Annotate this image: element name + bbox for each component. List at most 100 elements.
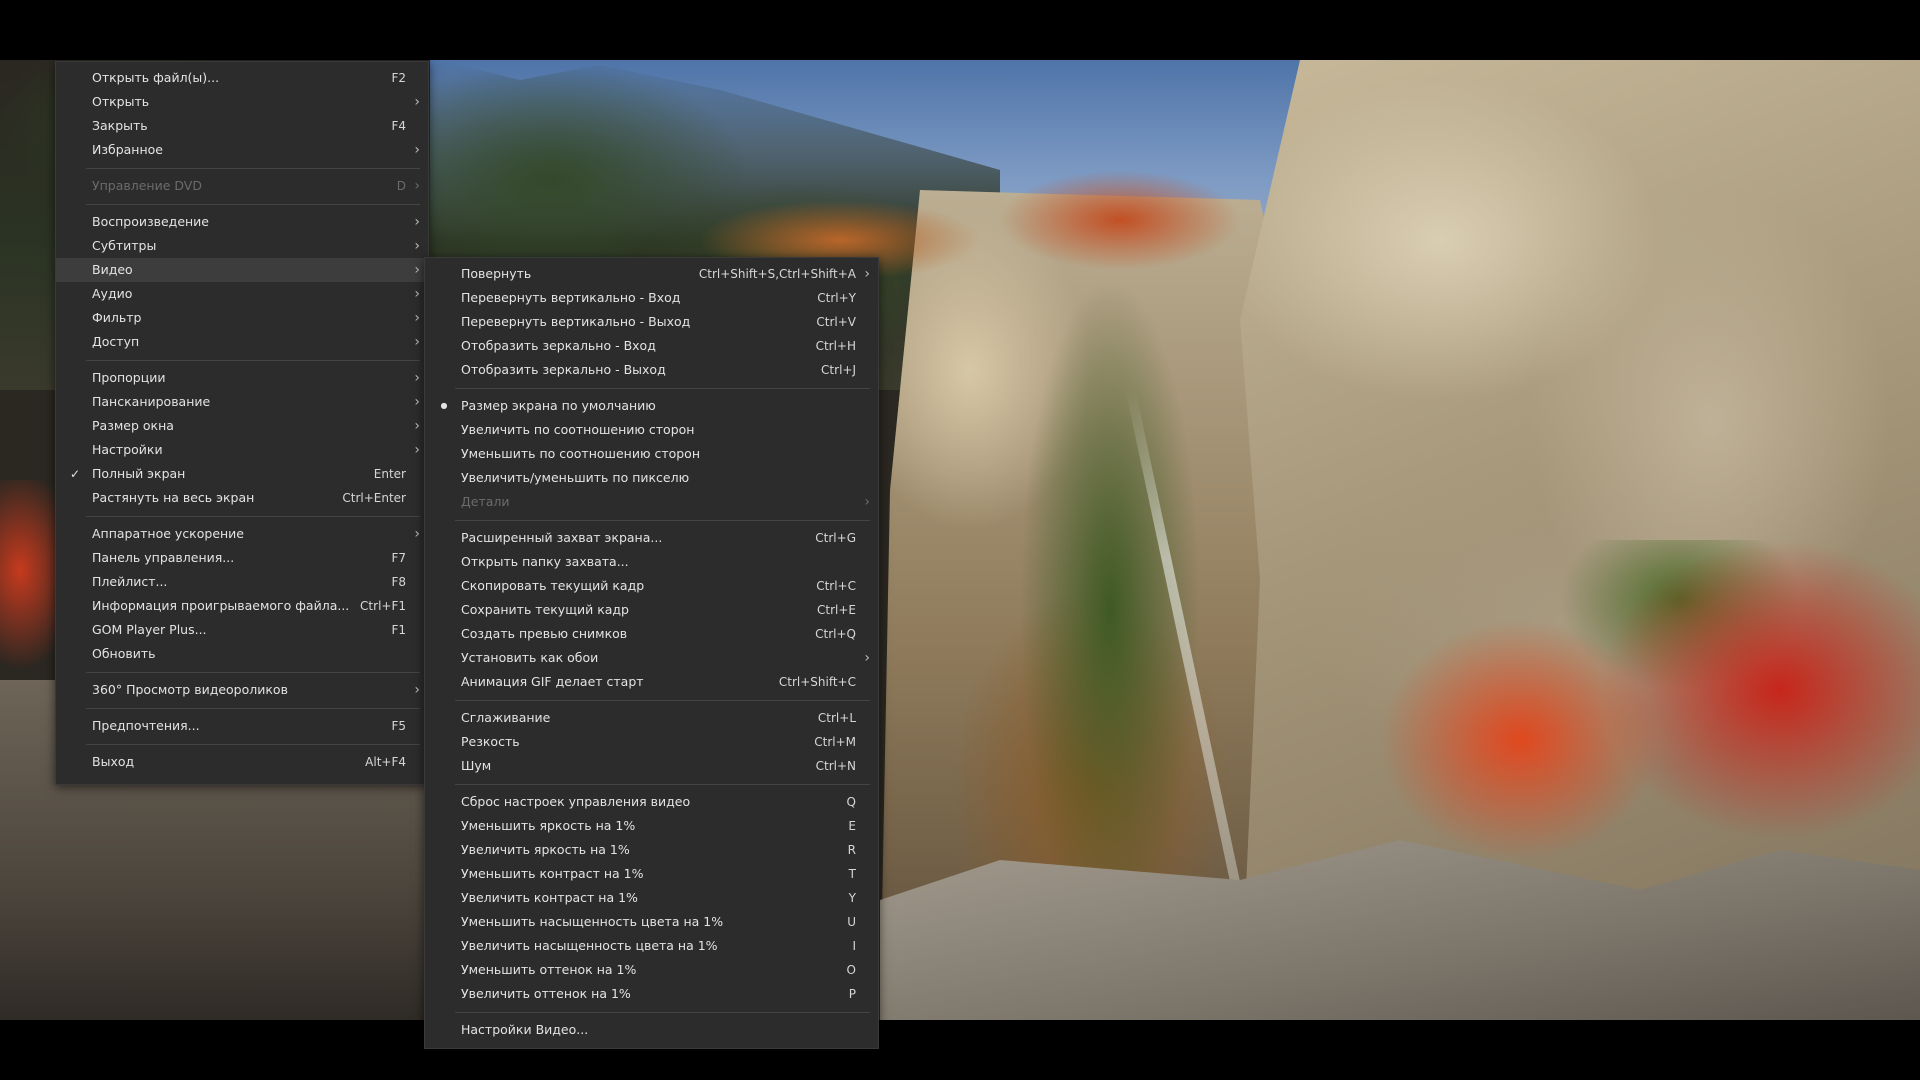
menu-item-shortcut: F8 [391,575,406,589]
video-menu-item-увеличить-яркость-на-1[interactable]: Увеличить яркость на 1% R [425,838,878,862]
video-menu-item-сброс-настроек-управления-видео[interactable]: Сброс настроек управления видео Q [425,790,878,814]
menu-item-label: Отобразить зеркально - Выход [461,362,666,377]
chevron-right-icon: › [414,418,420,434]
chevron-right-icon: › [414,142,420,158]
check-icon: ✓ [69,467,81,481]
video-menu-item-резкость[interactable]: Резкость Ctrl+M [425,730,878,754]
video-menu-item-установить-как-обои[interactable]: Установить как обои › [425,646,878,670]
video-menu-item-отобразить-зеркально-выход[interactable]: Отобразить зеркально - Выход Ctrl+J [425,358,878,382]
video-menu-item-уменьшить-насыщенность-цвета-на-1[interactable]: Уменьшить насыщенность цвета на 1% U [425,910,878,934]
video-menu-item-настройки-видео[interactable]: Настройки Видео... [425,1018,878,1042]
menu-item-shortcut: Ctrl+Enter [342,491,406,505]
chevron-right-icon: › [864,494,870,510]
video-menu-item-открыть-папку-захвата[interactable]: Открыть папку захвата... [425,550,878,574]
menu-item-пропорции[interactable]: Пропорции › [56,366,428,390]
chevron-right-icon: › [414,262,420,278]
video-menu-item-сохранить-текущий-кадр[interactable]: Сохранить текущий кадр Ctrl+E [425,598,878,622]
menu-item-информация-проигрываемого-файла[interactable]: Информация проигрываемого файла... Ctrl+F… [56,594,428,618]
video-menu-item-расширенный-захват-экрана[interactable]: Расширенный захват экрана... Ctrl+G [425,526,878,550]
menu-item-растянуть-на-весь-экран[interactable]: Растянуть на весь экран Ctrl+Enter [56,486,428,510]
menu-item-label: Установить как обои [461,650,599,665]
menu-separator [86,672,420,673]
chevron-right-icon: › [414,526,420,542]
menu-item-плейлист[interactable]: Плейлист... F8 [56,570,428,594]
menu-item-пансканирование[interactable]: Пансканирование › [56,390,428,414]
menu-item-настройки[interactable]: Настройки › [56,438,428,462]
menu-item-открыть[interactable]: Открыть › [56,90,428,114]
video-menu-item-скопировать-текущий-кадр[interactable]: Скопировать текущий кадр Ctrl+C [425,574,878,598]
menu-item-label: Шум [461,758,492,773]
video-menu-item-перевернуть-вертикально-вход[interactable]: Перевернуть вертикально - Вход Ctrl+Y [425,286,878,310]
menu-item-label: Перевернуть вертикально - Выход [461,314,691,329]
video-menu-item-анимация-gif-делает-старт[interactable]: Анимация GIF делает старт Ctrl+Shift+C [425,670,878,694]
video-menu-separator [455,388,870,389]
video-menu-item-детали: Детали › [425,490,878,514]
video-menu-separator [455,1012,870,1013]
video-menu-item-повернуть[interactable]: Повернуть Ctrl+Shift+S,Ctrl+Shift+A › [425,262,878,286]
chevron-right-icon: › [864,266,870,282]
menu-item-label: Увеличить контраст на 1% [461,890,638,905]
menu-item-размер-окна[interactable]: Размер окна › [56,414,428,438]
video-menu-item-создать-превью-снимков[interactable]: Создать превью снимков Ctrl+Q [425,622,878,646]
menu-item-воспроизведение[interactable]: Воспроизведение › [56,210,428,234]
video-menu-item-увеличить-уменьшить-по-пикселю[interactable]: Увеличить/уменьшить по пикселю [425,466,878,490]
menu-item-label: Повернуть [461,266,532,281]
menu-separator [86,744,420,745]
menu-item-обновить[interactable]: Обновить [56,642,428,666]
menu-item-shortcut: O [846,963,856,977]
video-menu-item-перевернуть-вертикально-выход[interactable]: Перевернуть вертикально - Выход Ctrl+V [425,310,878,334]
video-menu-item-увеличить-оттенок-на-1[interactable]: Увеличить оттенок на 1% P [425,982,878,1006]
menu-item-shortcut: Ctrl+C [816,579,856,593]
menu-item-label: Растянуть на весь экран [92,490,255,505]
menu-item-панель-управления[interactable]: Панель управления... F7 [56,546,428,570]
video-menu-item-сглаживание[interactable]: Сглаживание Ctrl+L [425,706,878,730]
video-menu-item-уменьшить-оттенок-на-1[interactable]: Уменьшить оттенок на 1% O [425,958,878,982]
menu-item-аппаратное-ускорение[interactable]: Аппаратное ускорение › [56,522,428,546]
menu-item-shortcut: Ctrl+Shift+C [778,675,856,689]
menu-item-shortcut: Ctrl+L [817,711,856,725]
radio-dot-icon: ● [440,401,448,410]
menu-item-shortcut: Ctrl+V [816,315,856,329]
video-menu-item-отобразить-зеркально-вход[interactable]: Отобразить зеркально - Вход Ctrl+H [425,334,878,358]
menu-item-открыть-файл-ы[interactable]: Открыть файл(ы)... F2 [56,66,428,90]
menu-item-видео[interactable]: Видео › [56,258,428,282]
menu-item-закрыть[interactable]: Закрыть F4 [56,114,428,138]
video-menu-item-уменьшить-яркость-на-1[interactable]: Уменьшить яркость на 1% E [425,814,878,838]
menu-item-label: Размер экрана по умолчанию [461,398,656,413]
menu-item-shortcut: F4 [391,119,406,133]
chevron-right-icon: › [414,334,420,350]
menu-item-label: Открыть файл(ы)... [92,70,220,85]
menu-item-360-просмотр-видеороликов[interactable]: 360° Просмотр видеороликов › [56,678,428,702]
video-menu-item-увеличить-насыщенность-цвета-на-1[interactable]: Увеличить насыщенность цвета на 1% I [425,934,878,958]
menu-item-label: Закрыть [92,118,148,133]
menu-item-полный-экран[interactable]: ✓ Полный экран Enter [56,462,428,486]
menu-item-label: Информация проигрываемого файла... [92,598,350,613]
menu-item-label: Панель управления... [92,550,235,565]
menu-item-избранное[interactable]: Избранное › [56,138,428,162]
menu-item-label: Настройки [92,442,163,457]
menu-item-label: Обновить [92,646,156,661]
menu-item-label: Избранное [92,142,163,157]
menu-item-label: Управление DVD [92,178,202,193]
menu-item-выход[interactable]: Выход Alt+F4 [56,750,428,774]
video-menu-item-увеличить-контраст-на-1[interactable]: Увеличить контраст на 1% Y [425,886,878,910]
menu-item-label: Плейлист... [92,574,168,589]
menu-item-label: Увеличить оттенок на 1% [461,986,631,1001]
menu-separator [86,516,420,517]
menu-item-label: Пропорции [92,370,166,385]
menu-item-доступ[interactable]: Доступ › [56,330,428,354]
menu-item-label: Уменьшить контраст на 1% [461,866,644,881]
video-menu-item-размер-экрана-по-умолчанию[interactable]: ● Размер экрана по умолчанию [425,394,878,418]
video-menu-item-уменьшить-контраст-на-1[interactable]: Уменьшить контраст на 1% T [425,862,878,886]
menu-item-фильтр[interactable]: Фильтр › [56,306,428,330]
video-menu-item-шум[interactable]: Шум Ctrl+N [425,754,878,778]
video-menu-item-увеличить-по-соотношению-сторон[interactable]: Увеличить по соотношению сторон [425,418,878,442]
menu-separator [86,204,420,205]
video-menu-item-уменьшить-по-соотношению-сторон[interactable]: Уменьшить по соотношению сторон [425,442,878,466]
menu-item-субтитры[interactable]: Субтитры › [56,234,428,258]
menu-item-shortcut: I [852,939,856,953]
menu-item-gom-player-plus[interactable]: GOM Player Plus... F1 [56,618,428,642]
menu-item-предпочтения[interactable]: Предпочтения... F5 [56,714,428,738]
menu-item-аудио[interactable]: Аудио › [56,282,428,306]
player-window: Открыть файл(ы)... F2 Открыть › Закрыть F4 Изб… [0,0,1920,1080]
